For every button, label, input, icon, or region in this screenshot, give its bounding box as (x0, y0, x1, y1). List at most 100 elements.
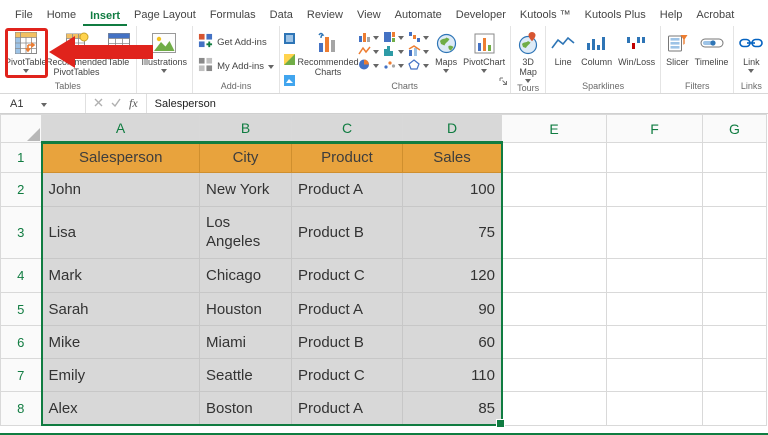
column-header-B[interactable]: B (199, 114, 292, 144)
cell-A3[interactable]: Lisa (41, 206, 200, 259)
cell-G7[interactable] (702, 358, 767, 392)
cell-B8[interactable]: Boston (199, 391, 292, 426)
cell-F5[interactable] (606, 292, 703, 326)
tab-kutools-plus[interactable]: Kutools Plus (578, 5, 653, 26)
cell-F3[interactable] (606, 206, 703, 259)
column-header-E[interactable]: E (501, 114, 607, 143)
combo-chart-icon[interactable] (408, 45, 430, 56)
column-chart-icon[interactable] (358, 31, 380, 42)
cell-C7[interactable]: Product C (291, 358, 403, 392)
tab-automate[interactable]: Automate (388, 5, 449, 26)
cell-D5[interactable]: 90 (402, 292, 502, 326)
cell-A7[interactable]: Emily (41, 358, 200, 392)
sparkline-winloss-button[interactable]: Win/Loss (615, 27, 658, 67)
cell-B7[interactable]: Seattle (199, 358, 292, 392)
get-addins-button[interactable]: Get Add-ins (195, 30, 270, 54)
tab-page-layout[interactable]: Page Layout (127, 5, 203, 26)
cell-D1[interactable]: Sales (402, 142, 502, 173)
cell-D4[interactable]: 120 (402, 258, 502, 293)
enter-icon[interactable] (111, 98, 121, 110)
maps-button[interactable]: Maps (432, 27, 460, 74)
cell-F1[interactable] (606, 142, 703, 173)
row-header-6[interactable]: 6 (0, 325, 43, 359)
row-header-2[interactable]: 2 (0, 172, 43, 207)
cell-F4[interactable] (606, 258, 703, 293)
cell-B5[interactable]: Houston (199, 292, 292, 326)
cell-G1[interactable] (702, 142, 767, 173)
cell-C5[interactable]: Product A (291, 292, 403, 326)
recommended-pivottables-button[interactable]: Recommended PivotTables (46, 27, 107, 77)
cell-B1[interactable]: City (199, 142, 292, 173)
cell-A1[interactable]: Salesperson (41, 142, 200, 173)
column-header-F[interactable]: F (606, 114, 703, 143)
cell-G5[interactable] (702, 292, 767, 326)
tab-file[interactable]: File (8, 5, 40, 26)
addin-shortcut-icon[interactable] (284, 52, 296, 70)
cell-D6[interactable]: 60 (402, 325, 502, 359)
cell-E8[interactable] (501, 391, 607, 426)
slicer-button[interactable]: Slicer (663, 27, 692, 67)
cell-F6[interactable] (606, 325, 703, 359)
cell-C4[interactable]: Product C (291, 258, 403, 293)
cell-G4[interactable] (702, 258, 767, 293)
waterfall-chart-icon[interactable] (408, 31, 430, 42)
cell-E6[interactable] (501, 325, 607, 359)
cell-D3[interactable]: 75 (402, 206, 502, 259)
cell-E4[interactable] (501, 258, 607, 293)
illustrations-button[interactable]: Illustrations (139, 27, 191, 74)
row-header-3[interactable]: 3 (0, 206, 43, 259)
3d-map-button[interactable]: 3D Map (513, 27, 543, 84)
cell-C1[interactable]: Product (291, 142, 403, 173)
sparkline-column-button[interactable]: Column (578, 27, 615, 67)
recommended-charts-button[interactable]: Recommended Charts (298, 27, 359, 77)
row-header-7[interactable]: 7 (0, 358, 43, 392)
tab-home[interactable]: Home (40, 5, 83, 26)
cell-D7[interactable]: 110 (402, 358, 502, 392)
cell-B4[interactable]: Chicago (199, 258, 292, 293)
cell-E7[interactable] (501, 358, 607, 392)
column-header-A[interactable]: A (41, 114, 200, 144)
cell-D8[interactable]: 85 (402, 391, 502, 426)
cell-C3[interactable]: Product B (291, 206, 403, 259)
hierarchy-chart-icon[interactable] (383, 31, 405, 42)
column-header-D[interactable]: D (402, 114, 502, 144)
tab-kutools[interactable]: Kutools ™ (513, 5, 578, 26)
select-all-button[interactable] (0, 114, 42, 143)
pie-chart-icon[interactable] (358, 59, 380, 70)
column-header-C[interactable]: C (291, 114, 403, 144)
cell-E2[interactable] (501, 172, 607, 207)
link-button[interactable]: Link (736, 27, 766, 74)
tab-help[interactable]: Help (653, 5, 690, 26)
cell-G6[interactable] (702, 325, 767, 359)
row-header-1[interactable]: 1 (0, 142, 43, 173)
cell-F8[interactable] (606, 391, 703, 426)
cell-B6[interactable]: Miami (199, 325, 292, 359)
cell-G8[interactable] (702, 391, 767, 426)
my-addins-button[interactable]: My Add-ins (195, 54, 277, 78)
cell-C8[interactable]: Product A (291, 391, 403, 426)
statistic-chart-icon[interactable] (383, 45, 405, 56)
timeline-button[interactable]: Timeline (692, 27, 732, 67)
table-button[interactable]: Table (104, 27, 134, 67)
cell-F2[interactable] (606, 172, 703, 207)
cell-E5[interactable] (501, 292, 607, 326)
pivottable-button[interactable]: PivotTable (2, 27, 50, 74)
cell-D2[interactable]: 100 (402, 172, 502, 207)
cell-E1[interactable] (501, 142, 607, 173)
addin-shortcut-icon[interactable] (284, 31, 296, 49)
row-header-4[interactable]: 4 (0, 258, 43, 293)
cell-A8[interactable]: Alex (41, 391, 200, 426)
addin-shortcut-icon[interactable] (284, 73, 296, 91)
sparkline-line-button[interactable]: Line (548, 27, 578, 67)
cancel-icon[interactable] (94, 98, 103, 110)
tab-formulas[interactable]: Formulas (203, 5, 263, 26)
formula-bar-content[interactable]: Salesperson (147, 98, 216, 110)
name-box[interactable]: A1 (0, 94, 86, 113)
cell-C2[interactable]: Product A (291, 172, 403, 207)
tab-developer[interactable]: Developer (449, 5, 513, 26)
pivotchart-button[interactable]: PivotChart (460, 27, 508, 74)
cell-A2[interactable]: John (41, 172, 200, 207)
tab-review[interactable]: Review (300, 5, 350, 26)
cell-B3[interactable]: Los Angeles (199, 206, 292, 259)
tab-insert[interactable]: Insert (83, 6, 128, 26)
